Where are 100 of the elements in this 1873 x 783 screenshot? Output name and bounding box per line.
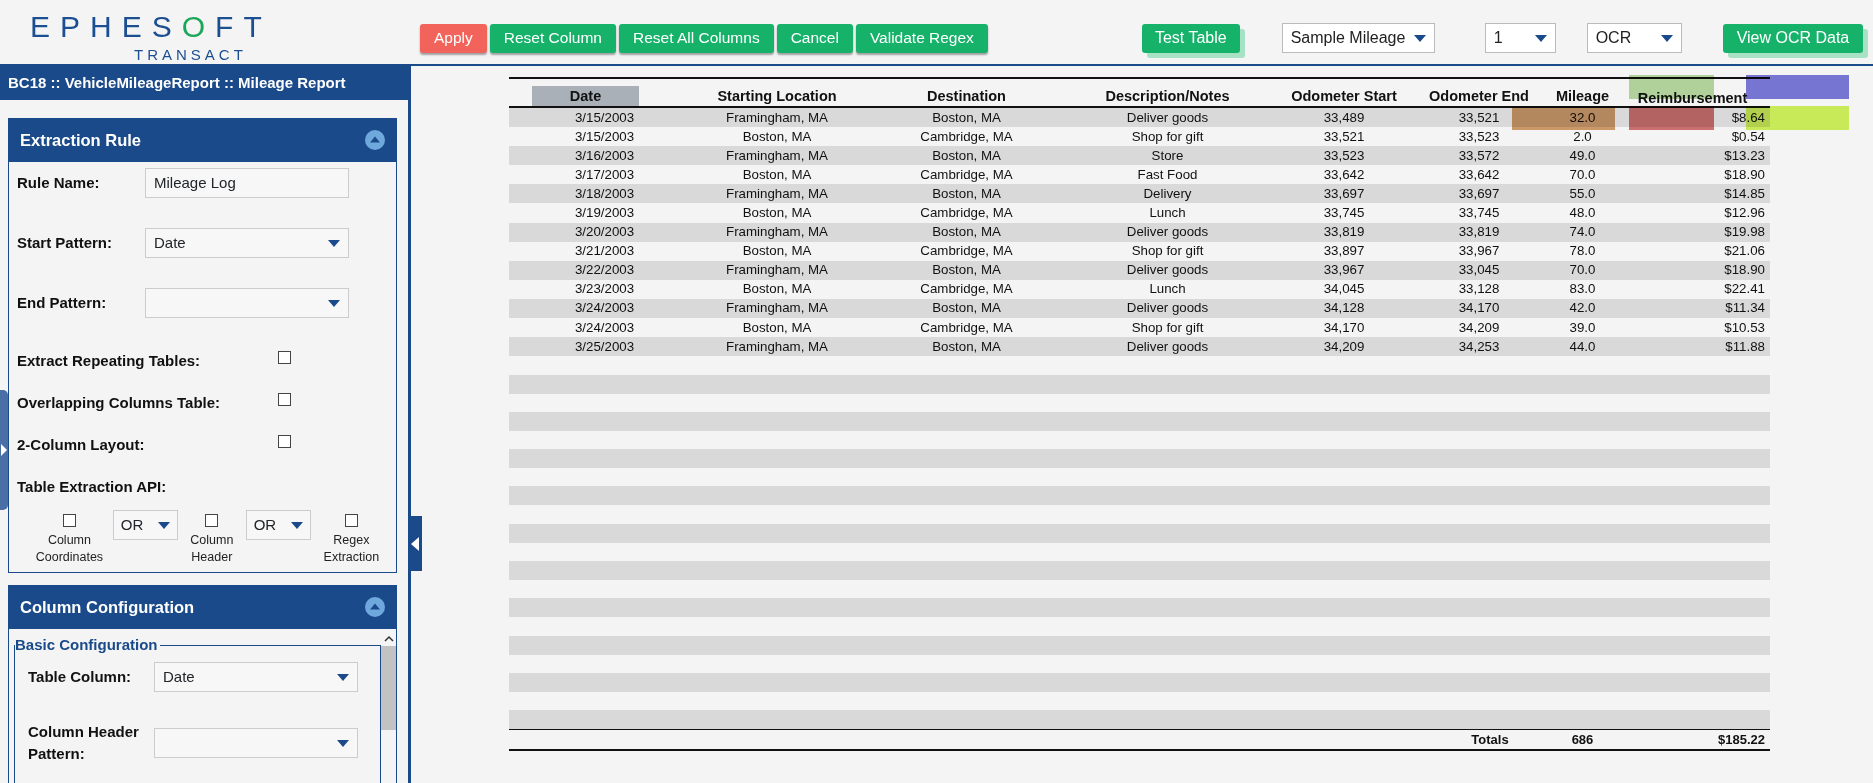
scroll-up-icon[interactable] <box>383 635 394 642</box>
table-cell: Boston, MA <box>932 224 1001 240</box>
table-cell: 3/25/2003 <box>574 338 635 354</box>
table-cell: 34,128 <box>1323 300 1365 316</box>
section-header[interactable]: Column Configuration <box>8 585 397 629</box>
dropdown[interactable]: 1 <box>1484 23 1556 53</box>
table-cell: Shop for gift <box>1131 128 1204 144</box>
column-header: Odometer Start <box>1291 87 1397 106</box>
table-cell: 33,897 <box>1323 243 1365 259</box>
table-cell: 49.0 <box>1569 147 1596 163</box>
table-cell: 3/15/2003 <box>574 128 635 144</box>
table-cell: Cambridge, MA <box>920 319 1013 335</box>
table-cell: 33,819 <box>1458 224 1500 240</box>
table-cell: 33,642 <box>1323 166 1365 182</box>
collapse-icon[interactable] <box>365 130 385 150</box>
table-cell: 33,697 <box>1323 185 1365 201</box>
table-cell: 33,967 <box>1323 262 1365 278</box>
dropdown[interactable]: OR <box>245 510 311 540</box>
logo-subtitle: TRANSACT <box>134 47 248 63</box>
dropdown[interactable]: Date <box>145 228 349 258</box>
dropdown[interactable]: OCR <box>1586 23 1682 53</box>
checkbox[interactable] <box>278 434 291 448</box>
table-cell: 33,642 <box>1458 166 1500 182</box>
option-label: Table Extraction API: <box>17 476 168 497</box>
table-cell: 3/22/2003 <box>574 262 635 278</box>
table-cell: Framingham, MA <box>726 338 828 354</box>
table-cell: Boston, MA <box>742 166 812 182</box>
table-cell: 32.0 <box>1569 109 1596 125</box>
region-highlight[interactable] <box>1629 106 1714 130</box>
table-cell: Framingham, MA <box>726 224 828 240</box>
section-title: Extraction Rule <box>20 129 142 151</box>
table-cell: Boston, MA <box>932 185 1001 201</box>
table-cell: $14.85 <box>1724 185 1765 201</box>
table-cell: Cambridge, MA <box>920 128 1013 144</box>
table-cell: Boston, MA <box>932 147 1001 163</box>
table-cell: 34,045 <box>1323 281 1365 297</box>
table-cell: $10.53 <box>1724 319 1765 335</box>
table-cell: 34,209 <box>1323 338 1365 354</box>
checkbox[interactable] <box>62 514 76 527</box>
table-cell: Cambridge, MA <box>920 281 1013 297</box>
table-cell: $18.90 <box>1724 262 1765 278</box>
caret-icon <box>157 521 170 529</box>
table-cell: Store <box>1151 147 1184 163</box>
table-cell: 55.0 <box>1569 185 1596 201</box>
table-cell: Boston, MA <box>742 281 812 297</box>
dropdown[interactable]: Sample Mileage <box>1281 23 1435 53</box>
column-header: Starting Location <box>717 87 837 106</box>
checkbox[interactable] <box>278 350 291 364</box>
scrollbar-thumb[interactable] <box>381 646 396 730</box>
text-field[interactable]: Mileage Log <box>145 168 349 198</box>
dropdown[interactable]: OR <box>112 510 178 540</box>
caret-icon <box>1660 34 1673 42</box>
table-cell: Boston, MA <box>932 300 1001 316</box>
caret-icon <box>1534 34 1547 42</box>
table-cell: Shop for gift <box>1131 243 1204 259</box>
table-cell: 33,819 <box>1323 224 1365 240</box>
checkbox[interactable] <box>344 514 358 527</box>
field-label: Start Pattern: <box>17 232 114 253</box>
table-cell: 70.0 <box>1569 166 1596 182</box>
table-cell: 33,697 <box>1458 185 1500 201</box>
collapse-icon[interactable] <box>365 597 385 617</box>
table-cell: Framingham, MA <box>726 262 828 278</box>
field-label: Column Header Pattern: <box>28 722 140 764</box>
section-title: Column Configuration <box>20 596 195 618</box>
column-header: Destination <box>927 87 1006 106</box>
table-cell: 3/15/2003 <box>574 109 635 125</box>
collapse-tab[interactable] <box>408 516 422 571</box>
table-cell: 2.0 <box>1573 128 1592 144</box>
section-header[interactable]: Extraction Rule <box>8 118 397 162</box>
table-cell: 33,967 <box>1458 243 1500 259</box>
table-cell: 3/20/2003 <box>574 224 635 240</box>
table-cell: $12.96 <box>1724 205 1765 220</box>
table-cell: 42.0 <box>1569 300 1596 316</box>
region-highlight[interactable] <box>1512 106 1615 130</box>
table-cell: $21.06 <box>1724 243 1765 259</box>
table-cell: 48.0 <box>1569 205 1596 220</box>
table-cell: 686 <box>1571 731 1594 747</box>
field-label: End Pattern: <box>17 292 108 313</box>
table-cell: 3/21/2003 <box>574 243 635 259</box>
table-cell: 3/23/2003 <box>574 281 635 297</box>
table-cell: $13.23 <box>1724 147 1765 163</box>
column-header: Description/Notes <box>1105 87 1230 106</box>
expand-tab[interactable] <box>0 390 8 510</box>
table-cell: Cambridge, MA <box>920 166 1013 182</box>
caret-icon <box>328 239 340 247</box>
checkbox[interactable] <box>205 514 219 527</box>
caret-icon <box>337 673 349 681</box>
table-cell: 33,745 <box>1458 205 1500 220</box>
option-label: Column Coordinates <box>34 532 105 566</box>
table-cell: 34,170 <box>1458 300 1500 316</box>
table-cell: Framingham, MA <box>726 147 828 163</box>
table-cell: Deliver goods <box>1126 262 1209 278</box>
table-cell: Deliver goods <box>1126 109 1209 125</box>
caret-icon <box>1413 34 1426 42</box>
table-cell: Framingham, MA <box>726 185 828 201</box>
checkbox[interactable] <box>278 392 291 406</box>
dropdown[interactable]: Date <box>154 662 358 692</box>
table-cell: Lunch <box>1149 281 1186 297</box>
table-cell: 83.0 <box>1569 281 1596 297</box>
table-cell: 33,128 <box>1458 281 1500 297</box>
